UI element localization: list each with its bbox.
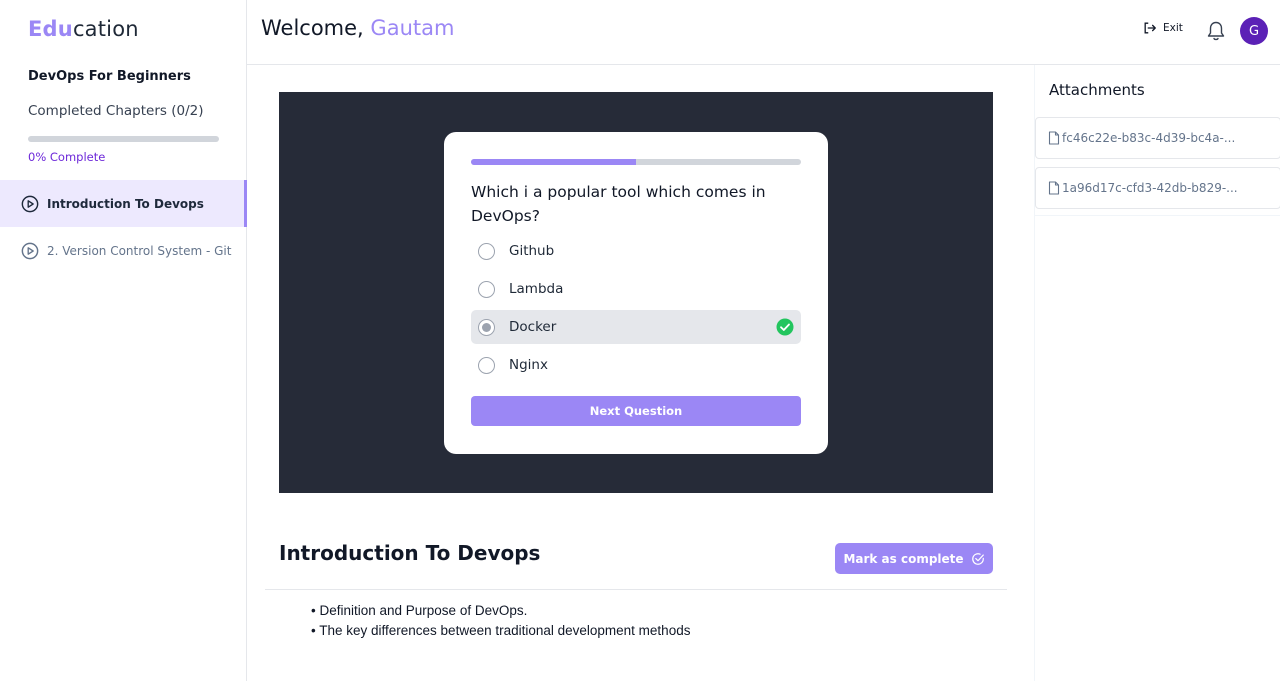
description-bullet: • Definition and Purpose of DevOps. — [311, 603, 528, 618]
attachment-item[interactable]: 1a96d17c-cfd3-42db-b829-... — [1035, 167, 1280, 209]
mark-complete-label: Mark as complete — [843, 551, 964, 566]
bell-icon — [1207, 21, 1225, 41]
play-circle-icon — [21, 195, 39, 212]
brand-accent: Edu — [28, 17, 73, 41]
course-progress-label: 0% Complete — [28, 150, 106, 164]
course-title: DevOps For Beginners — [28, 69, 191, 84]
quiz-option-docker[interactable]: Docker — [471, 310, 801, 344]
attachments-title: Attachments — [1049, 81, 1145, 99]
option-label: Nginx — [509, 357, 548, 373]
mark-complete-button[interactable]: Mark as complete — [835, 543, 993, 574]
divider — [265, 589, 1007, 590]
welcome-prefix: Welcome, — [261, 16, 371, 40]
radio-selected-dot — [482, 322, 491, 332]
file-icon — [1048, 131, 1060, 145]
option-label: Lambda — [509, 281, 564, 297]
description-bullet: • The key differences between traditiona… — [311, 623, 691, 638]
quiz-progress-bar — [471, 159, 801, 165]
quiz-question: Which i a popular tool which comes in De… — [471, 183, 766, 225]
quiz-option-nginx[interactable]: Nginx — [471, 348, 801, 382]
radio-button[interactable] — [478, 280, 495, 298]
welcome-heading: Welcome, Gautam — [261, 16, 454, 40]
radio-button[interactable] — [478, 356, 495, 374]
chapter-label: Introduction To Devops — [47, 196, 204, 211]
chapter-item-introduction[interactable]: Introduction To Devops — [0, 180, 247, 227]
chapter-item-version-control[interactable]: 2. Version Control System - Git — [0, 227, 247, 274]
course-progress-bar — [28, 136, 219, 142]
chapter-label: 2. Version Control System - Git — [47, 243, 232, 258]
check-circle-icon — [776, 318, 794, 336]
exit-button[interactable]: Exit — [1143, 21, 1183, 35]
next-question-button[interactable]: Next Question — [471, 396, 801, 426]
quiz-option-lambda[interactable]: Lambda — [471, 272, 801, 306]
play-circle-icon — [21, 242, 39, 259]
attachment-filename: 1a96d17c-cfd3-42db-b829-... — [1062, 181, 1238, 195]
attachment-filename: fc46c22e-b83c-4d39-bc4a-... — [1062, 131, 1236, 145]
completed-chapters-label: Completed Chapters (0/2) — [28, 103, 204, 119]
video-player: Which i a popular tool which comes in De… — [279, 92, 993, 493]
chapter-description: • Definition and Purpose of DevOps. • Th… — [311, 601, 690, 641]
quiz-card: Which i a popular tool which comes in De… — [444, 132, 828, 454]
file-icon — [1048, 181, 1060, 195]
quiz-option-github[interactable]: Github — [471, 234, 801, 268]
option-label: Docker — [509, 319, 557, 335]
brand-rest: cation — [72, 17, 139, 41]
attachment-item[interactable]: fc46c22e-b83c-4d39-bc4a-... — [1035, 117, 1280, 159]
brand-logo[interactable]: Education — [28, 17, 139, 41]
top-header: Welcome, Gautam Exit G — [247, 0, 1280, 65]
exit-label: Exit — [1163, 22, 1183, 34]
attachments-panel: Attachments fc46c22e-b83c-4d39-bc4a-... … — [1034, 65, 1280, 681]
check-circle-outline-icon — [971, 552, 984, 565]
chapter-title: Introduction To Devops — [279, 541, 541, 565]
avatar[interactable]: G — [1240, 17, 1268, 45]
logout-icon — [1144, 22, 1156, 34]
divider — [1035, 215, 1280, 216]
radio-button[interactable] — [478, 318, 495, 336]
option-label: Github — [509, 243, 555, 259]
sidebar: Education DevOps For Beginners Completed… — [0, 0, 247, 681]
radio-button[interactable] — [478, 242, 495, 260]
quiz-progress-fill — [471, 159, 636, 165]
user-name: Gautam — [370, 16, 455, 40]
notifications-button[interactable] — [1206, 20, 1226, 46]
